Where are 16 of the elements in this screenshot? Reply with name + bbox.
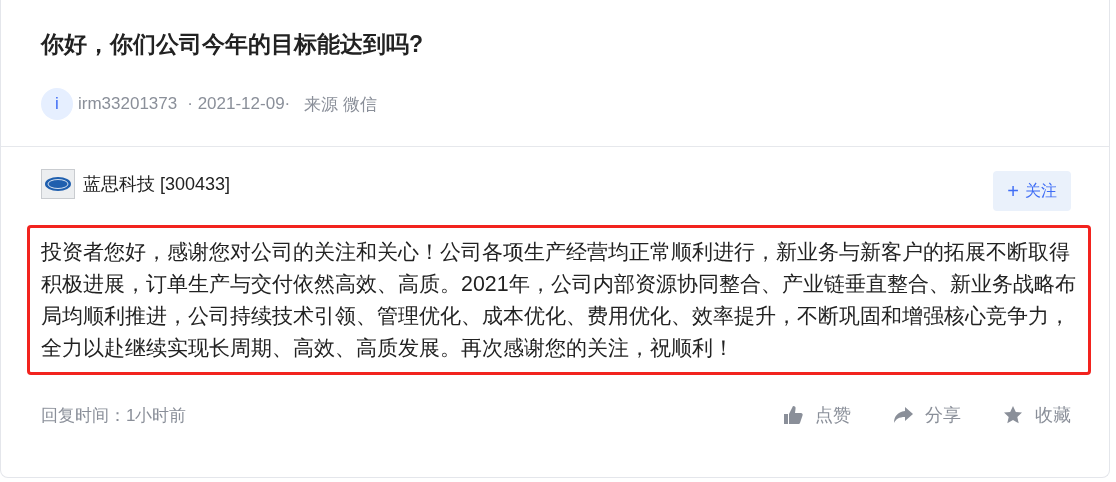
post-date: · 2021-12-09· <box>187 94 291 114</box>
share-arrow-icon <box>893 405 913 425</box>
user-avatar: i <box>41 88 73 120</box>
thumbs-up-icon <box>783 405 803 425</box>
follow-button[interactable]: + 关注 <box>993 171 1071 211</box>
like-button[interactable]: 点赞 <box>783 403 851 427</box>
share-button[interactable]: 分享 <box>893 403 961 427</box>
question-title: 你好，你们公司今年的目标能达到吗? <box>41 30 425 59</box>
company-name: 蓝思科技 [300433] <box>83 173 231 196</box>
user-name: irm33201373 <box>78 94 178 114</box>
company-logo <box>41 169 75 199</box>
answer-text: 投资者您好，感谢您对公司的关注和关心！公司各项生产经营均正常顺利进行，新业务与新客户的拓展不断取得积极进展，订单生产与交付依然高效、高质。2021年，公司内部资源协同整合、产业链垂直整合、新业务战略布局均顺利推进，公司持续技术引领、管理优化、成本优化、费用优化、效率提升，不断巩固和增强核心竞争力，全力以赴继续实现长周期、高效、高质发展。再次感谢您的关注，祝顺利！ <box>27 225 1091 375</box>
reply-time: 回复时间：1小时前 <box>41 404 187 427</box>
favorite-button[interactable]: 收藏 <box>1003 403 1071 427</box>
post-source: 来源 微信 <box>304 93 377 116</box>
star-icon <box>1003 405 1023 425</box>
